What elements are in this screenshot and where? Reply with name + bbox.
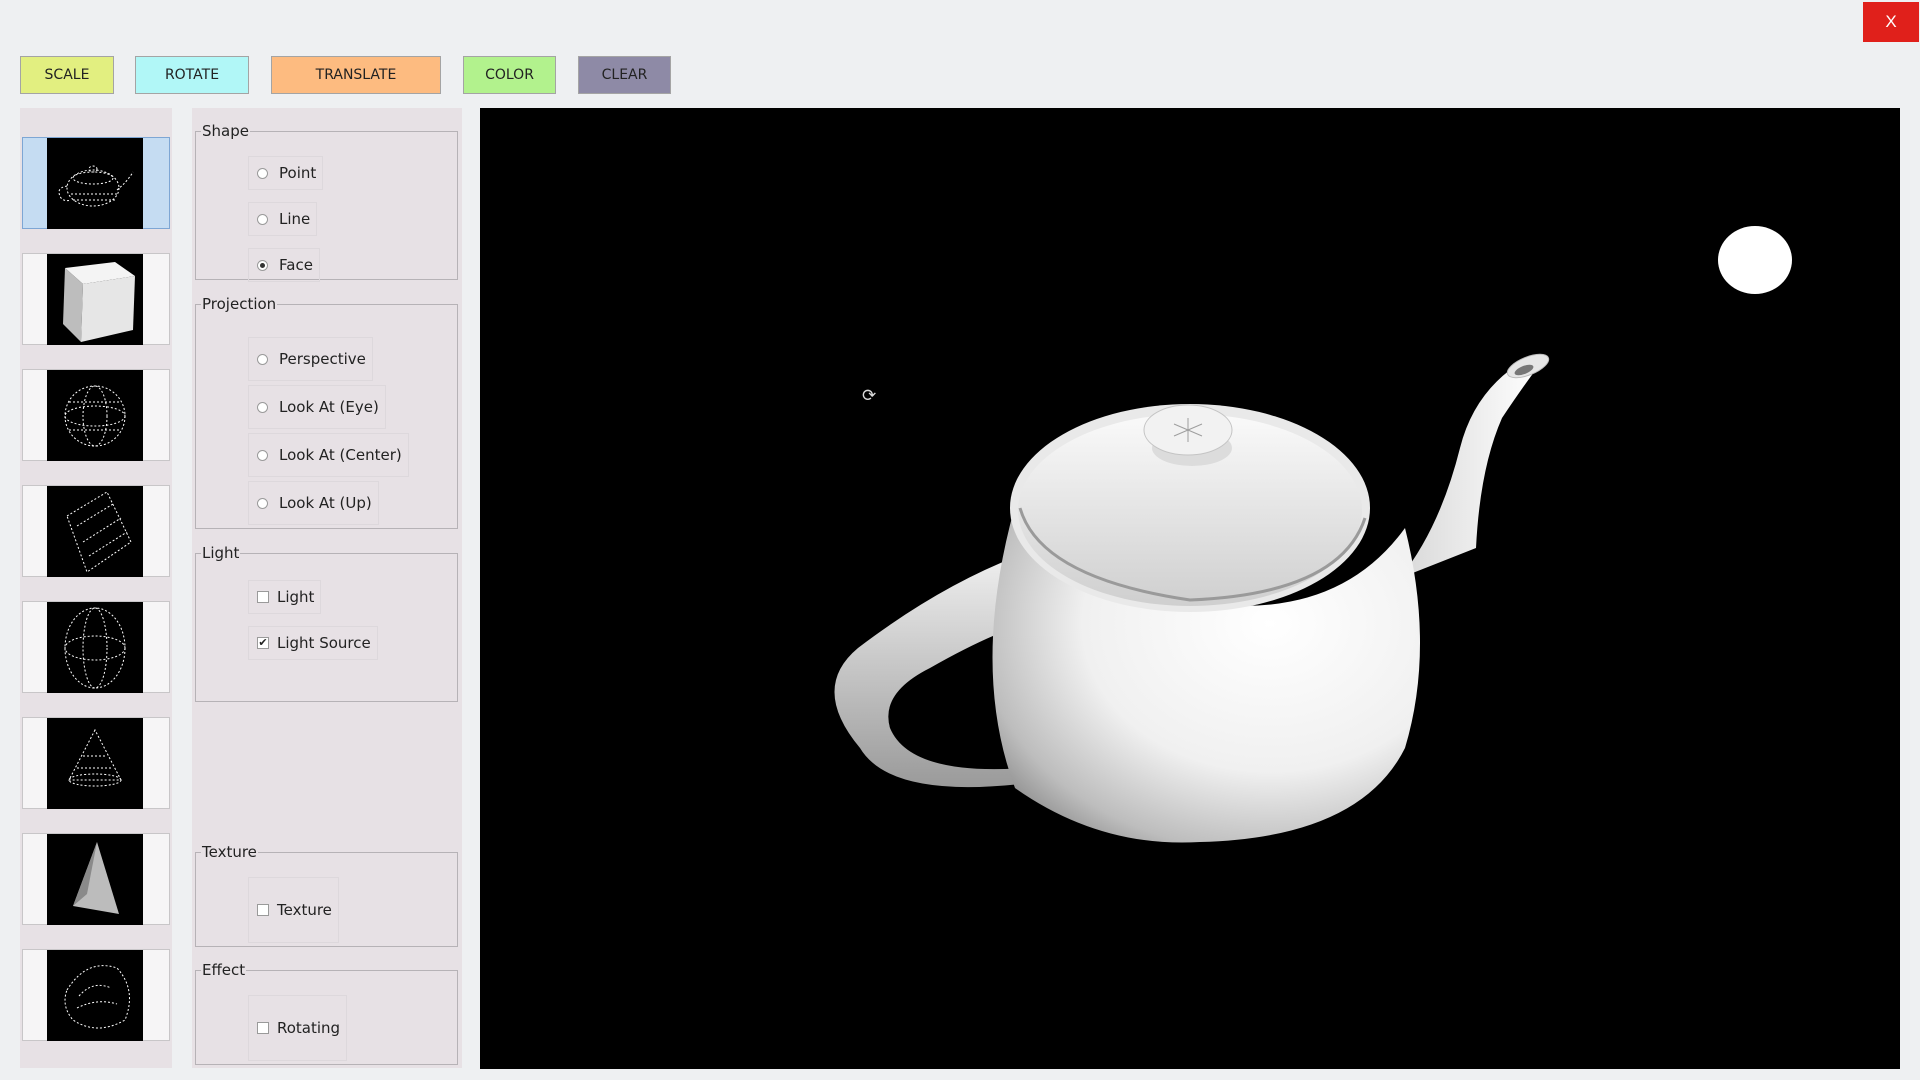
cylinder-wireframe-icon (47, 486, 143, 577)
radio-button[interactable] (257, 449, 268, 461)
projection-option-look-at-up[interactable]: Look At (Up) (248, 481, 379, 525)
option-label: Look At (Up) (279, 494, 372, 512)
rotate-button[interactable]: ROTATE (135, 56, 249, 94)
thumbnail-cone[interactable] (22, 717, 170, 809)
close-button[interactable]: X (1863, 2, 1919, 42)
shape-thumbnail-list (20, 108, 172, 1068)
cube-solid-icon (47, 254, 143, 345)
option-label: Look At (Eye) (279, 398, 379, 416)
cone-wireframe-icon (47, 718, 143, 809)
projection-option-perspective[interactable]: Perspective (248, 337, 373, 381)
option-label: Light (277, 588, 315, 606)
option-label: Look At (Center) (279, 446, 402, 464)
texture-group-title: Texture (202, 843, 257, 861)
option-label: Line (279, 210, 311, 228)
checkbox[interactable] (257, 591, 269, 603)
rotate-cursor-icon: ⟳ (862, 386, 877, 406)
effect-group: Effect Rotating (195, 961, 458, 1065)
radio-button[interactable] (257, 353, 268, 365)
light-option-light-source[interactable]: ✔ Light Source (248, 626, 378, 660)
option-label: Light Source (277, 634, 371, 652)
checkbox[interactable]: ✔ (257, 637, 269, 649)
teapot-wireframe-icon (47, 138, 143, 229)
texture-group: Texture Texture (195, 843, 458, 947)
teapot-model (834, 353, 1550, 843)
radio-button[interactable] (257, 401, 268, 413)
thumbnail-teapot[interactable] (22, 137, 170, 229)
option-label: Point (279, 164, 317, 182)
color-button[interactable]: COLOR (463, 56, 556, 94)
projection-option-look-at-center[interactable]: Look At (Center) (248, 433, 409, 477)
sphere-wireframe-icon (47, 370, 143, 461)
radio-button[interactable] (257, 259, 268, 271)
radio-button[interactable] (257, 167, 268, 179)
shape-option-face[interactable]: Face (248, 248, 320, 282)
control-panel: Shape Point Line Face Projection Perspec… (192, 108, 462, 1068)
option-label: Rotating (277, 1019, 341, 1037)
light-group-title: Light (202, 544, 240, 562)
thumbnail-torus[interactable] (22, 949, 170, 1041)
radio-button[interactable] (257, 497, 268, 509)
effect-option-rotating[interactable]: Rotating (248, 995, 348, 1061)
shape-option-point[interactable]: Point (248, 156, 324, 190)
pyramid-solid-icon (47, 834, 143, 925)
scale-button[interactable]: SCALE (20, 56, 114, 94)
effect-group-title: Effect (202, 961, 246, 979)
projection-option-look-at-eye[interactable]: Look At (Eye) (248, 385, 386, 429)
render-viewport[interactable] (480, 108, 1900, 1069)
projection-group: Projection Perspective Look At (Eye) Loo… (195, 295, 458, 529)
light-group: Light Light ✔ Light Source (195, 544, 458, 702)
thumbnail-cube[interactable] (22, 253, 170, 345)
thumbnail-ellipsoid[interactable] (22, 601, 170, 693)
shape-group-title: Shape (202, 122, 249, 140)
shape-group: Shape Point Line Face (195, 122, 458, 282)
thumbnail-sphere[interactable] (22, 369, 170, 461)
translate-button[interactable]: TRANSLATE (271, 56, 441, 94)
shape-option-line[interactable]: Line (248, 202, 318, 236)
projection-group-title: Projection (202, 295, 277, 313)
clear-button[interactable]: CLEAR (578, 56, 671, 94)
ellipsoid-wireframe-icon (47, 602, 143, 693)
option-label: Face (279, 256, 313, 274)
option-label: Texture (277, 901, 332, 919)
thumbnail-cylinder[interactable] (22, 485, 170, 577)
checkbox[interactable] (257, 904, 269, 916)
checkbox[interactable] (257, 1022, 269, 1034)
option-label: Perspective (279, 350, 366, 368)
light-source-sphere (1718, 226, 1792, 294)
texture-option-texture[interactable]: Texture (248, 877, 339, 943)
thumbnail-pyramid[interactable] (22, 833, 170, 925)
radio-button[interactable] (257, 213, 268, 225)
light-option-light[interactable]: Light (248, 580, 322, 614)
torus-wireframe-icon (47, 950, 143, 1041)
